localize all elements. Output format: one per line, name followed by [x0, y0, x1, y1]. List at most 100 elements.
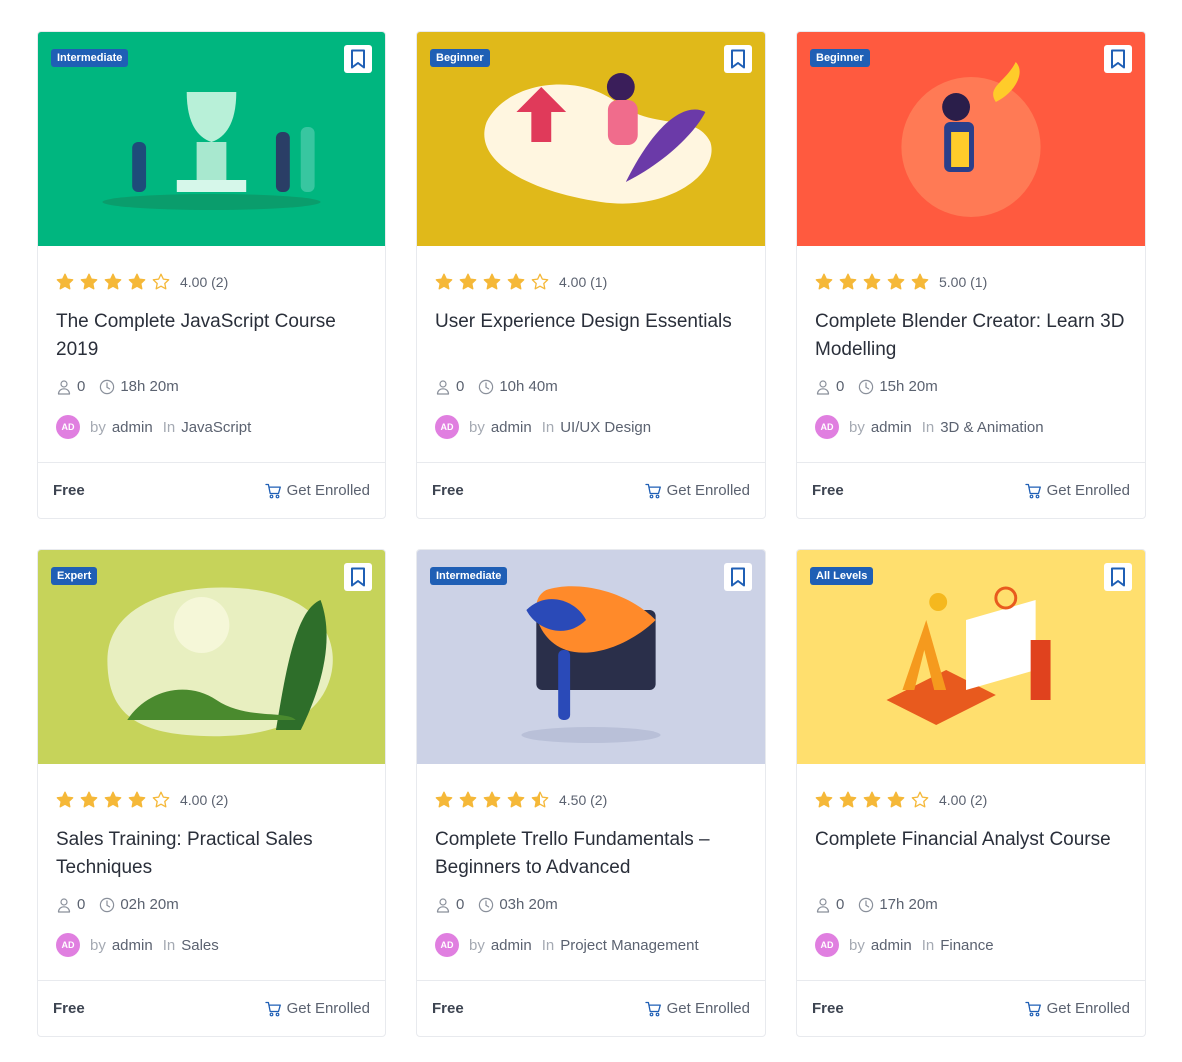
avatar[interactable]: AD [815, 933, 839, 957]
bookmark-button[interactable] [1104, 563, 1132, 591]
bookmark-icon [1111, 567, 1125, 587]
avatar[interactable]: AD [56, 415, 80, 439]
get-enrolled-button[interactable]: Get Enrolled [644, 482, 750, 499]
course-title[interactable]: User Experience Design Essentials [435, 308, 747, 364]
bookmark-button[interactable] [344, 563, 372, 591]
course-duration: 03h 20m [499, 896, 558, 913]
course-card[interactable]: All Levels 4.00 (2) Complete Financial A… [796, 549, 1146, 1037]
course-thumbnail[interactable]: Beginner [797, 32, 1145, 246]
student-count: 0 [456, 896, 465, 913]
star-rating [56, 273, 170, 291]
star-rating [815, 273, 929, 291]
price: Free [432, 1000, 464, 1017]
clock-icon [859, 379, 874, 394]
course-title[interactable]: Sales Training: Practical Sales Techniqu… [56, 826, 367, 882]
cart-icon [1024, 483, 1041, 498]
star-icon [483, 791, 501, 808]
course-card[interactable]: Intermediate 4.50 (2) Complete Trello Fu… [416, 549, 766, 1037]
star-icon [56, 273, 74, 290]
star-rating [56, 791, 170, 809]
in-label: In [541, 418, 555, 436]
star-icon [887, 791, 905, 808]
get-enrolled-label: Get Enrolled [286, 482, 370, 499]
author-name[interactable]: admin [491, 937, 532, 954]
star-icon [56, 791, 74, 808]
author-name[interactable]: admin [112, 937, 153, 954]
in-label: In [921, 418, 935, 436]
category-link[interactable]: JavaScript [181, 419, 251, 436]
course-title[interactable]: Complete Financial Analyst Course [815, 826, 1127, 882]
card-footer: Free Get Enrolled [797, 980, 1145, 1036]
get-enrolled-button[interactable]: Get Enrolled [264, 482, 370, 499]
rating-text: 4.00 (2) [939, 792, 988, 808]
star-icon [531, 791, 549, 808]
avatar[interactable]: AD [435, 415, 459, 439]
category-link[interactable]: 3D & Animation [940, 419, 1043, 436]
get-enrolled-label: Get Enrolled [666, 1000, 750, 1017]
author-name[interactable]: admin [491, 419, 532, 436]
bookmark-button[interactable] [724, 45, 752, 73]
bookmark-button[interactable] [344, 45, 372, 73]
bookmark-button[interactable] [724, 563, 752, 591]
get-enrolled-button[interactable]: Get Enrolled [644, 1000, 750, 1017]
avatar[interactable]: AD [56, 933, 80, 957]
star-icon [863, 791, 881, 808]
category-link[interactable]: Finance [940, 937, 993, 954]
category-link[interactable]: UI/UX Design [560, 419, 651, 436]
course-title[interactable]: Complete Blender Creator: Learn 3D Model… [815, 308, 1127, 364]
author-name[interactable]: admin [112, 419, 153, 436]
card-footer: Free Get Enrolled [417, 462, 765, 518]
star-icon [863, 273, 881, 290]
course-title[interactable]: Complete Trello Fundamentals – Beginners… [435, 826, 747, 882]
course-grid: Intermediate 4.00 (2) The Complete JavaS… [37, 31, 1146, 1037]
by-label: by [469, 418, 485, 436]
level-badge: Intermediate [430, 567, 508, 585]
bookmark-button[interactable] [1104, 45, 1132, 73]
category-link[interactable]: Sales [181, 937, 219, 954]
course-card[interactable]: Beginner 5.00 (1) Complete Blender Creat… [796, 31, 1146, 519]
get-enrolled-button[interactable]: Get Enrolled [1024, 1000, 1130, 1017]
author-name[interactable]: admin [871, 937, 912, 954]
course-title[interactable]: The Complete JavaScript Course 2019 [56, 308, 367, 364]
rating: 4.00 (2) [815, 790, 1127, 810]
star-icon [839, 791, 857, 808]
course-thumbnail[interactable]: Intermediate [38, 32, 385, 246]
user-icon [436, 379, 450, 395]
star-icon [152, 791, 170, 808]
star-rating [435, 273, 549, 291]
course-thumbnail[interactable]: Expert [38, 550, 385, 764]
avatar[interactable]: AD [435, 933, 459, 957]
course-meta: 0 10h 40m [435, 378, 747, 395]
user-icon [816, 897, 830, 913]
star-icon [128, 273, 146, 290]
cart-icon [644, 483, 661, 498]
get-enrolled-label: Get Enrolled [1046, 482, 1130, 499]
student-count: 0 [77, 378, 86, 395]
star-rating [815, 791, 929, 809]
course-card[interactable]: Beginner 4.00 (1) User Experience Design… [416, 31, 766, 519]
author-name[interactable]: admin [871, 419, 912, 436]
course-thumbnail[interactable]: All Levels [797, 550, 1145, 764]
avatar[interactable]: AD [815, 415, 839, 439]
star-icon [435, 273, 453, 290]
course-thumbnail[interactable]: Intermediate [417, 550, 765, 764]
rating: 4.00 (2) [56, 790, 367, 810]
category-link[interactable]: Project Management [560, 937, 698, 954]
course-thumbnail[interactable]: Beginner [417, 32, 765, 246]
get-enrolled-label: Get Enrolled [666, 482, 750, 499]
get-enrolled-label: Get Enrolled [1046, 1000, 1130, 1017]
price: Free [53, 1000, 85, 1017]
course-card[interactable]: Expert 4.00 (2) Sales Training: Practica… [37, 549, 386, 1037]
course-meta: 0 15h 20m [815, 378, 1127, 395]
in-label: In [541, 936, 555, 954]
course-duration: 10h 40m [499, 378, 558, 395]
price: Free [53, 482, 85, 499]
cart-icon [1024, 1001, 1041, 1016]
by-label: by [469, 936, 485, 954]
cart-icon [644, 1001, 661, 1016]
star-icon [80, 791, 98, 808]
get-enrolled-button[interactable]: Get Enrolled [264, 1000, 370, 1017]
get-enrolled-button[interactable]: Get Enrolled [1024, 482, 1130, 499]
star-icon [483, 273, 501, 290]
course-card[interactable]: Intermediate 4.00 (2) The Complete JavaS… [37, 31, 386, 519]
